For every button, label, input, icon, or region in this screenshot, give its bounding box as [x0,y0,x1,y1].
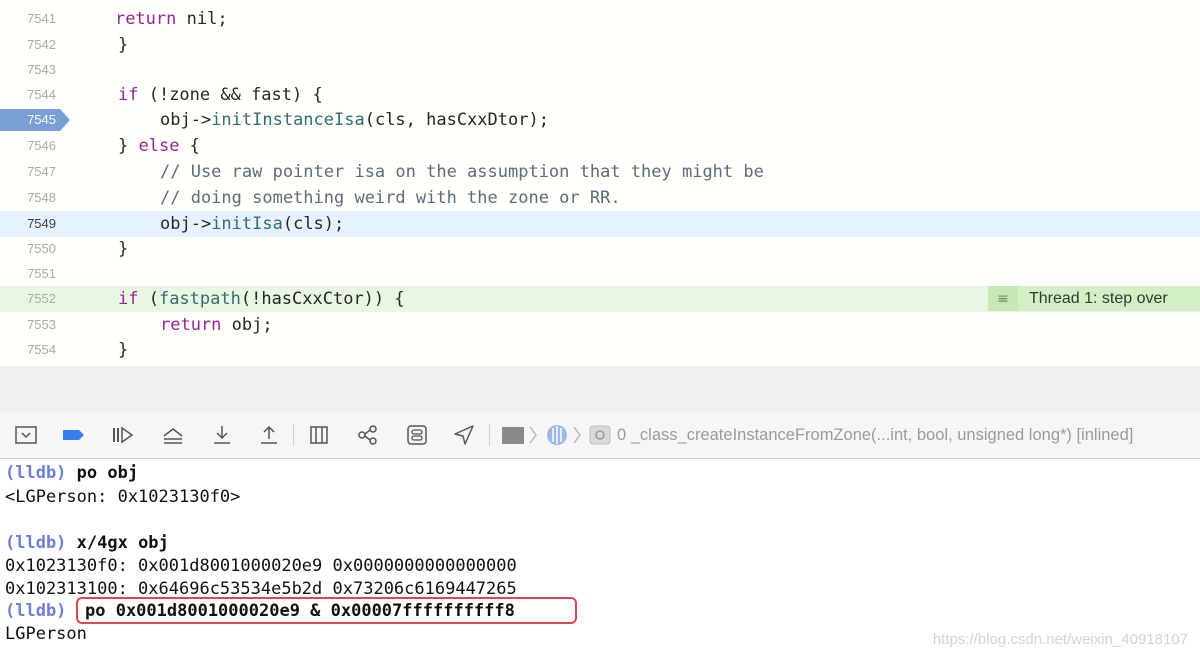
code-line[interactable]: 7551 [0,261,1200,287]
console-output: 0x102313100: 0x64696c53534e5b2d 0x73206c… [5,579,517,599]
lldb-console[interactable]: (lldb) po obj <LGPerson: 0x1023130f0> (l… [0,459,1200,658]
thread-icon [547,425,567,445]
line-number: 7552 [27,291,56,307]
folder-icon [502,427,524,444]
console-command: x/4gx obj [66,533,169,553]
annotation-highlight-box [76,597,577,624]
console-command: po obj [66,463,139,483]
code-line[interactable]: 7541 return nil; [0,6,1200,32]
debug-toolbar: 0 _class_createInstanceFromZone(...int, … [0,412,1200,459]
console-output: 0x1023130f0: 0x001d8001000020e9 0x000000… [5,556,517,576]
continue-icon [113,426,134,444]
lldb-prompt: (lldb) [5,463,67,483]
toolbar-divider [489,424,490,446]
code-text: } [118,34,129,55]
code-line[interactable]: 7547 // Use raw pointer isa on the assum… [0,159,1200,185]
code-line[interactable]: 7546 } else { [0,133,1200,159]
lldb-prompt: (lldb) [5,533,67,553]
process-selector[interactable] [500,423,526,447]
panel-toggle-icon [15,426,37,444]
view-hierarchy-icon [310,426,328,444]
hide-debug-area-button[interactable] [13,423,39,447]
path-chevron-icon [570,423,584,447]
step-out-button[interactable] [256,423,282,447]
code-line[interactable]: 7548 // doing something weird with the z… [0,185,1200,211]
line-number: 7544 [27,87,56,103]
code-comment: // Use raw pointer isa on the assumption… [160,161,764,182]
code-line[interactable]: 7542 } [0,32,1200,58]
path-chevron-icon [526,423,540,447]
line-number: 7547 [27,164,56,180]
console-output: LGPerson [5,624,87,644]
stack-frame-label[interactable]: 0 _class_createInstanceFromZone(...int, … [617,426,1133,445]
line-number: 7548 [27,190,56,206]
stack-frame-icon [589,425,611,445]
debug-view-hierarchy-button[interactable] [306,423,332,447]
editor-bottom-area [0,366,1200,412]
environment-overrides-button[interactable] [404,423,430,447]
console-line: (lldb) po obj [5,463,138,483]
simulate-location-button[interactable] [451,423,477,447]
line-number: 7541 [27,11,56,27]
thread-status-text: Thread 1: step over [1018,286,1200,311]
environment-overrides-icon [407,425,427,445]
code-line[interactable]: 7550 } [0,236,1200,262]
code-text: } [118,238,129,259]
step-into-button[interactable] [209,423,235,447]
line-number: 7551 [27,266,56,282]
watermark: https://blog.csdn.net/weixin_40918107 [932,631,1188,648]
step-over-icon [163,428,183,444]
code-comment: // doing something weird with the zone o… [160,187,621,208]
line-number: 7546 [27,138,56,154]
thread-selector[interactable] [544,423,570,447]
code-line[interactable]: 7544 if (!zone && fast) { [0,82,1200,108]
code-text: obj->initIsa(cls); [160,213,345,234]
code-text: } else { [118,135,200,156]
debug-memory-graph-button[interactable] [355,423,381,447]
code-text: if (!zone && fast) { [118,84,323,105]
line-number: 7549 [27,216,56,232]
line-number: 7554 [27,342,56,358]
stack-frame-selector[interactable] [587,423,613,447]
code-line[interactable]: 7543 [0,57,1200,83]
code-line[interactable]: 7553 return obj; [0,312,1200,338]
code-text: if (fastpath(!hasCxxCtor)) { [118,288,405,309]
line-number: 7545 [27,112,56,128]
step-out-icon [261,425,277,444]
console-output: <LGPerson: 0x1023130f0> [5,487,241,507]
step-into-icon [214,426,230,444]
current-line[interactable]: 7549 obj->initIsa(cls); [0,211,1200,237]
code-text: } [118,339,129,360]
code-line[interactable]: 7554 } [0,337,1200,363]
step-over-button[interactable] [160,423,186,447]
continue-button[interactable] [110,423,136,447]
thread-status-badge[interactable]: ≡ Thread 1: step over [988,286,1200,311]
code-text: obj->initInstanceIsa(cls, hasCxxDtor); [160,109,549,130]
source-editor[interactable]: 7541 return nil; 7542 } 7543 7544 if (!z… [0,0,1200,412]
line-number: 7542 [27,37,56,53]
breakpoint-icon [63,430,84,440]
code-line[interactable]: 7545 obj->initInstanceIsa(cls, hasCxxDto… [0,107,1200,133]
line-number: 7550 [27,241,56,257]
toolbar-divider [293,424,294,446]
breakpoints-toggle-button[interactable] [60,423,86,447]
line-number: 7543 [27,62,56,78]
location-arrow-icon [454,425,474,445]
list-icon: ≡ [988,286,1018,311]
console-line: (lldb) x/4gx obj [5,533,169,553]
line-number: 7553 [27,317,56,333]
console-line: (lldb) [5,601,66,621]
lldb-prompt: (lldb) [5,601,67,621]
memory-graph-icon [358,425,377,445]
code-text: return nil; [114,8,228,29]
code-text: return obj; [160,314,273,335]
